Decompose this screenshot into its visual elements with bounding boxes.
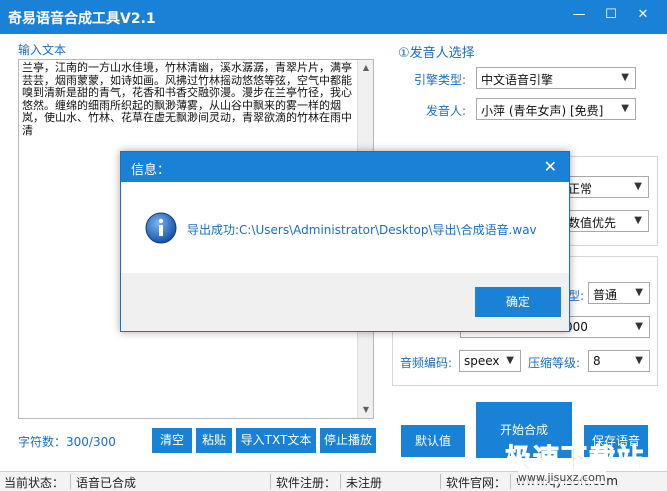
watermark-title: 极速下载站 xyxy=(504,444,645,475)
status-divider xyxy=(270,474,271,489)
char-count-label: 字符数： xyxy=(18,435,67,449)
scroll-down-icon[interactable]: ▼ xyxy=(358,402,374,418)
import-txt-button[interactable]: 导入TXT文本 xyxy=(236,428,316,453)
chevron-down-icon: ▼ xyxy=(621,72,629,83)
compress-value: 8 xyxy=(593,354,601,368)
scroll-up-icon[interactable]: ▲ xyxy=(358,60,374,76)
current-status-label: 当前状态： xyxy=(4,476,65,490)
dialog-title: 信息： xyxy=(131,163,171,178)
default-button[interactable]: 默认值 xyxy=(401,425,465,457)
speaker-section-title: ①发音人选择 xyxy=(398,46,475,61)
chevron-down-icon: ▼ xyxy=(621,103,629,114)
compress-label: 压缩等级: xyxy=(528,356,581,370)
website-label: 软件官网： xyxy=(446,476,507,490)
codec-select[interactable]: speex ▼ xyxy=(459,350,521,372)
chevron-down-icon: ▼ xyxy=(635,355,643,366)
format-select[interactable]: 普通 ▼ xyxy=(588,282,650,304)
compress-select[interactable]: 8 ▼ xyxy=(588,350,650,372)
format-value: 普通 xyxy=(593,288,618,302)
char-count: 字符数：300/300 xyxy=(18,433,116,450)
speaker-value: 小萍 (青年女声) [免费] xyxy=(481,104,604,118)
engine-type-select[interactable]: 中文语音引擎 ▼ xyxy=(476,67,636,89)
status-divider xyxy=(340,474,341,489)
dialog-header: 信息： ✕ xyxy=(121,152,569,182)
chevron-down-icon: ▼ xyxy=(506,355,514,366)
dialog-message: 导出成功:C:\Users\Administrator\Desktop\导出\合… xyxy=(187,223,537,237)
text-content[interactable]: 兰亭，江南的一方山水佳境，竹林清幽，溪水潺潺，青翠片片，满亭芸芸，烟雨蒙蒙，如诗… xyxy=(22,61,352,137)
info-dialog: 信息： ✕ 导出成功:C:\Users\Administrator\Deskto… xyxy=(120,151,570,332)
speed-value: 正常 xyxy=(568,182,593,196)
engine-type-label: 引擎类型: xyxy=(414,73,467,87)
status-divider xyxy=(440,474,441,489)
register-label: 软件注册： xyxy=(276,476,337,490)
maximize-icon[interactable]: ☐ xyxy=(604,8,618,22)
chevron-down-icon: ▼ xyxy=(635,321,643,332)
paste-button[interactable]: 粘贴 xyxy=(196,428,232,453)
title-bar: 奇易语音合成工具V2.1 — ☐ ✕ xyxy=(0,0,667,34)
close-icon[interactable]: ✕ xyxy=(636,8,650,22)
watermark-url: www.jisuxz.com xyxy=(518,471,606,484)
watermark-logo: 极速下载站 www.jisuxz.com xyxy=(490,444,660,484)
clear-button[interactable]: 清空 xyxy=(152,428,192,453)
engine-type-value: 中文语音引擎 xyxy=(481,73,554,87)
current-status-value: 语音已合成 xyxy=(76,476,137,490)
speaker-label: 发音人: xyxy=(426,104,467,118)
chevron-down-icon: ▼ xyxy=(635,287,643,298)
register-value: 未注册 xyxy=(346,476,383,490)
speaker-select[interactable]: 小萍 (青年女声) [免费] ▼ xyxy=(476,98,636,120)
number-mode-select[interactable]: 数值优先 ▼ xyxy=(563,210,649,232)
format-type-label: 型: xyxy=(568,289,585,303)
dialog-close-icon[interactable]: ✕ xyxy=(544,157,557,176)
codec-label: 音频编码: xyxy=(400,356,453,370)
window-title: 奇易语音合成工具V2.1 xyxy=(8,11,156,27)
stop-play-button[interactable]: 停止播放 xyxy=(320,428,376,453)
minimize-icon[interactable]: — xyxy=(572,8,586,22)
ok-button[interactable]: 确定 xyxy=(475,287,561,317)
chevron-down-icon: ▼ xyxy=(634,215,642,226)
chevron-down-icon: ▼ xyxy=(634,181,642,192)
status-divider xyxy=(70,474,71,489)
info-icon xyxy=(145,212,177,244)
speed-select[interactable]: 正常 ▼ xyxy=(563,176,649,198)
char-count-value: 300/300 xyxy=(66,435,116,449)
input-text-label: 输入文本 xyxy=(18,43,67,57)
codec-value: speex xyxy=(464,354,500,368)
number-mode-value: 数值优先 xyxy=(568,216,617,230)
status-divider xyxy=(510,474,511,489)
